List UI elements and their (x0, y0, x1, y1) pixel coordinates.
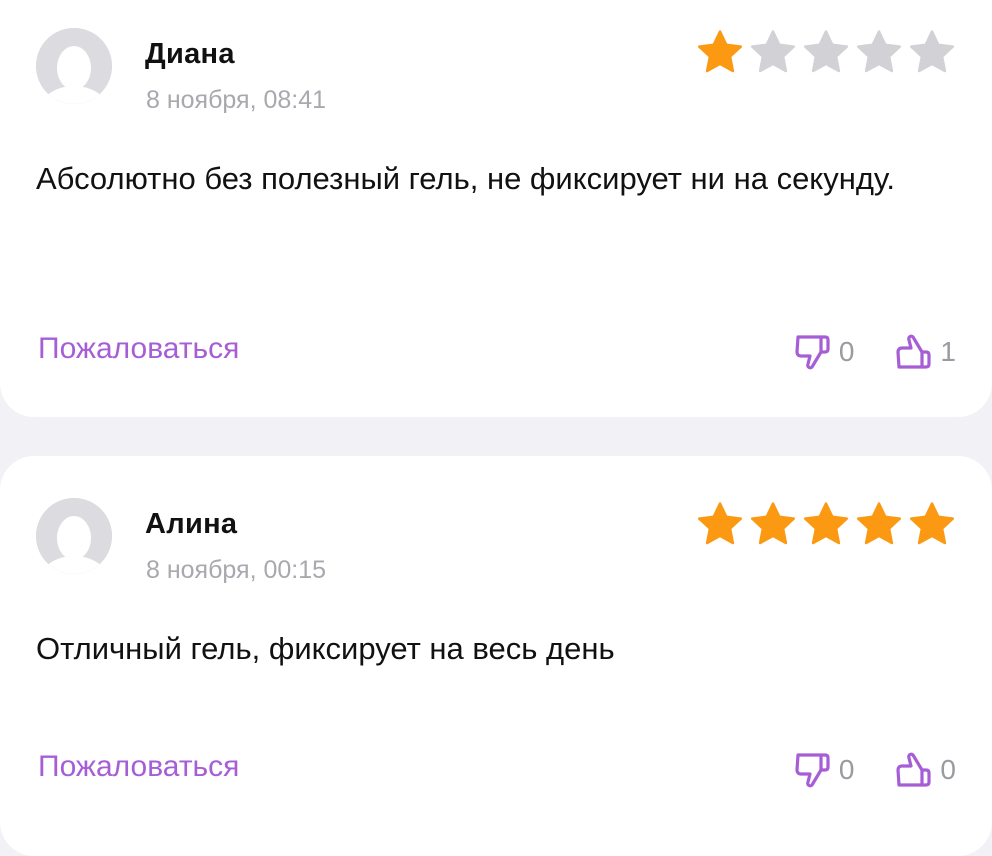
star-filled-icon (802, 500, 850, 548)
like-button[interactable]: 1 (894, 332, 956, 372)
star-rating (696, 500, 956, 548)
dislike-button[interactable]: 0 (793, 750, 855, 790)
dislike-button[interactable]: 0 (793, 332, 855, 372)
complain-button[interactable]: Пожаловаться (38, 332, 239, 366)
like-count: 0 (940, 754, 956, 785)
star-empty-icon (749, 28, 797, 76)
thumbs-up-icon (894, 750, 934, 790)
like-button[interactable]: 0 (894, 750, 956, 790)
star-empty-icon (908, 28, 956, 76)
user-avatar-icon (36, 28, 112, 104)
like-count: 1 (940, 336, 956, 367)
review-date: 8 ноября, 08:41 (146, 86, 327, 114)
star-empty-icon (855, 28, 903, 76)
review-author: Диана (145, 38, 235, 70)
thumbs-down-icon (793, 750, 833, 790)
user-avatar-icon (36, 498, 112, 574)
star-filled-icon (855, 500, 903, 548)
complain-button[interactable]: Пожаловаться (38, 750, 239, 784)
star-empty-icon (802, 28, 850, 76)
star-filled-icon (908, 500, 956, 548)
review-card: Алина 8 ноября, 00:15 Отличный гель, фик… (0, 456, 992, 856)
star-filled-icon (696, 28, 744, 76)
review-text: Отличный гель, фиксирует на весь день (36, 631, 615, 666)
review-text: Абсолютно без полезный гель, не фиксируе… (36, 161, 895, 196)
vote-controls: 0 1 (793, 332, 956, 372)
review-author: Алина (145, 508, 238, 540)
star-rating (696, 28, 956, 76)
review-card: Диана 8 ноября, 08:41 Абсолютно без поле… (0, 0, 992, 417)
star-filled-icon (749, 500, 797, 548)
vote-controls: 0 0 (793, 750, 956, 790)
dislike-count: 0 (838, 336, 855, 367)
thumbs-up-icon (894, 332, 934, 372)
star-filled-icon (696, 500, 744, 548)
thumbs-down-icon (793, 332, 833, 372)
review-date: 8 ноября, 00:15 (146, 556, 327, 584)
dislike-count: 0 (838, 754, 855, 785)
